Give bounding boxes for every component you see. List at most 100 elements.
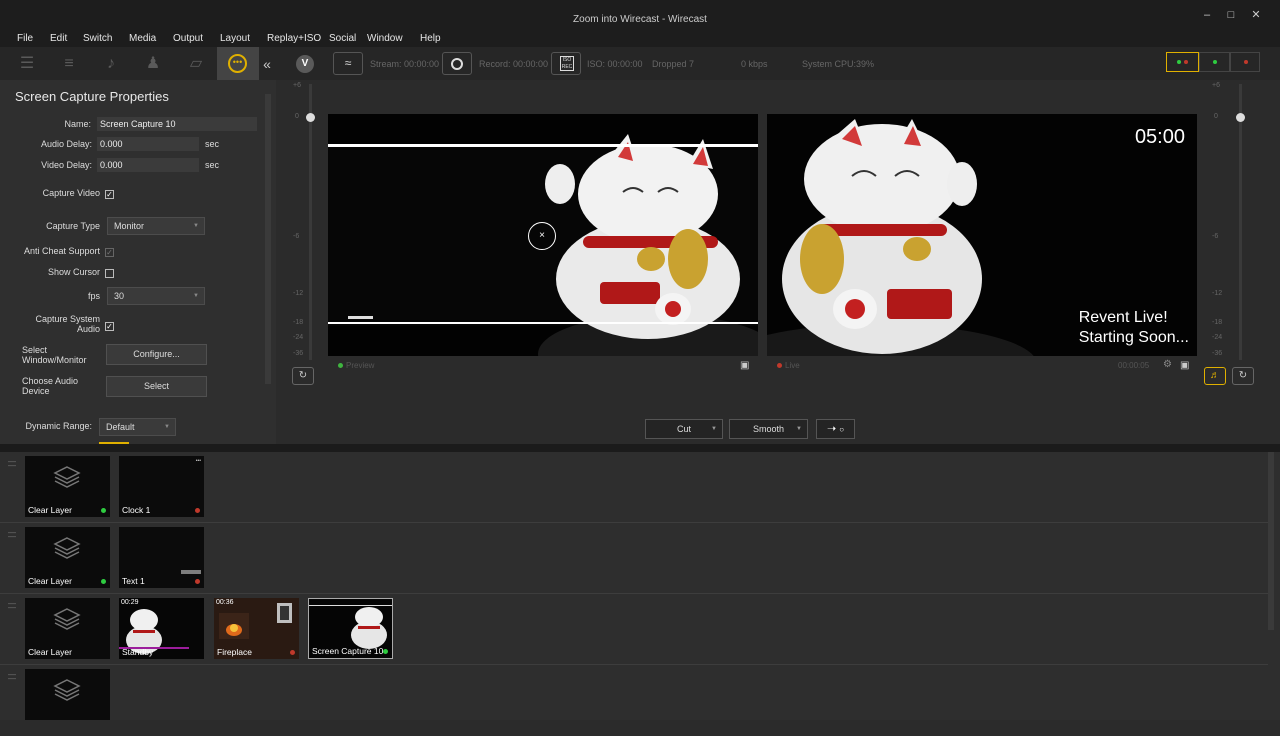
iso-record-button[interactable]: ISO REC — [551, 52, 581, 75]
close-icon[interactable]: ✕ — [1249, 8, 1263, 22]
shot-status-dot — [290, 650, 295, 655]
live-volume-slider[interactable] — [1236, 113, 1245, 122]
title-bar: Zoom into Wirecast - Wirecast – □ ✕ — [0, 0, 1280, 30]
audio-delay-field[interactable]: 0.000 — [97, 137, 199, 151]
preview-volume-track[interactable] — [309, 84, 312, 360]
capture-video-label: Capture Video — [42, 188, 100, 198]
preview-meter-icon[interactable]: ↻ — [292, 367, 314, 385]
select-audio-device-button[interactable]: Select — [106, 376, 207, 397]
audio-delay-unit: sec — [205, 139, 220, 149]
layers-tab-icon[interactable]: ☰ — [16, 53, 38, 75]
capture-type-select[interactable]: Monitor ▼ — [107, 217, 205, 235]
capture-audio-label-line2: Audio — [76, 324, 100, 334]
settings-tab-icon[interactable]: ≡ — [58, 53, 80, 75]
show-cursor-checkbox[interactable] — [105, 269, 114, 278]
wirecast-logo-icon[interactable]: V — [296, 55, 314, 73]
shot-fireplace[interactable]: 00:36 Fireplace — [214, 598, 299, 659]
monitor-icon[interactable]: ▣ — [1180, 360, 1189, 371]
panel-title: Screen Capture Properties — [15, 89, 169, 104]
speaker-icon[interactable]: ♬ — [1204, 367, 1226, 385]
live-text-overlay: Revent Live! Starting Soon... — [1079, 308, 1189, 348]
audio-tab-icon[interactable]: ♪ — [100, 53, 122, 75]
fps-select[interactable]: 30 ▼ — [107, 287, 205, 305]
properties-scrollbar[interactable] — [265, 94, 271, 384]
live-elapsed: 00:00:05 — [1118, 361, 1150, 370]
name-field[interactable]: Screen Capture 10 — [97, 117, 257, 131]
shot-clear-layer[interactable] — [25, 669, 110, 720]
go-button[interactable]: ➝ ○ — [816, 419, 855, 439]
shot-clear-layer[interactable]: Clear Layer — [25, 527, 110, 588]
shot-clock[interactable]: ••• Clock 1 — [119, 456, 204, 517]
drag-handle-icon[interactable]: — — — [8, 458, 16, 470]
gear-icon[interactable]: ⚙ — [1163, 359, 1172, 370]
shot-status-dot — [195, 579, 200, 584]
menu-layout[interactable]: Layout — [220, 33, 250, 44]
menu-social[interactable]: Social — [329, 33, 356, 44]
audio-delay-label: Audio Delay: — [40, 139, 92, 149]
shot-screen-capture[interactable]: Screen Capture 10 — [308, 598, 393, 659]
cut-label: Cut — [676, 424, 691, 434]
arrow-right-icon: ➝ — [826, 423, 837, 435]
capture-audio-checkbox[interactable]: ✓ — [105, 322, 114, 331]
status-indicator-3[interactable] — [1230, 52, 1260, 72]
shots-scrollbar[interactable] — [1268, 452, 1274, 630]
shot-standby[interactable]: 00:29 Standby — [119, 598, 204, 659]
status-indicator-1[interactable] — [1166, 52, 1199, 72]
preview-video[interactable]: × — [328, 114, 758, 356]
transform-tab-icon[interactable]: ▱ — [185, 53, 207, 75]
more-icon: ••• — [228, 54, 247, 73]
shot-clear-layer[interactable]: Clear Layer — [25, 456, 110, 517]
properties-tab[interactable]: ••• — [217, 47, 259, 80]
menu-replay-iso[interactable]: Replay+ISO — [267, 33, 321, 44]
chevron-down-icon: ▼ — [796, 426, 802, 432]
divider[interactable] — [0, 444, 1280, 452]
menu-media[interactable]: Media — [129, 33, 156, 44]
toolbar: ☰ ≡ ♪ ♟ ▱ ••• « V ≈ Stream: 00:00:00 Rec… — [0, 47, 1280, 80]
live-video[interactable]: 05:00 Revent Live! Starting Soon... — [767, 114, 1197, 356]
live-volume-track[interactable] — [1239, 84, 1242, 360]
fps-label: fps — [87, 291, 100, 301]
drag-handle-icon[interactable]: — — — [8, 671, 16, 683]
meter-tick: +6 — [1212, 82, 1220, 89]
dynamic-range-value: Default — [106, 422, 135, 432]
maximize-icon[interactable]: □ — [1224, 8, 1238, 22]
configure-button[interactable]: Configure... — [106, 344, 207, 365]
name-label: Name: — [64, 119, 91, 129]
shot-clear-layer[interactable]: Clear Layer — [25, 598, 110, 659]
live-meter-icon[interactable]: ↻ — [1232, 367, 1254, 385]
monitor-icon[interactable]: ▣ — [740, 360, 749, 371]
stream-icon[interactable]: ≈ — [333, 52, 363, 75]
select-window-label: Select Window/Monitor — [22, 345, 92, 365]
collapse-panel-icon[interactable]: « — [256, 53, 278, 75]
meter-tick: -24 — [293, 334, 304, 341]
meter-tick: 0 — [1214, 113, 1218, 120]
capture-video-checkbox[interactable]: ✓ — [105, 190, 114, 199]
menu-output[interactable]: Output — [173, 33, 203, 44]
cut-transition-select[interactable]: Cut ▼ — [645, 419, 723, 439]
menu-help[interactable]: Help — [420, 33, 441, 44]
user-tab-icon[interactable]: ♟ — [142, 53, 164, 75]
video-delay-field[interactable]: 0.000 — [97, 158, 199, 172]
status-indicator-2[interactable] — [1199, 52, 1230, 72]
record-button[interactable] — [442, 52, 472, 75]
countdown-overlay: 05:00 — [1134, 126, 1185, 148]
menu-file[interactable]: File — [17, 33, 33, 44]
record-status: Record: 00:00:00 — [479, 59, 549, 69]
minimize-icon[interactable]: – — [1200, 8, 1214, 22]
layers-icon — [53, 608, 81, 630]
video-delay-unit: sec — [205, 160, 220, 170]
preview-volume-slider[interactable] — [306, 113, 315, 122]
live-caption: Live — [777, 361, 800, 370]
dynamic-range-select[interactable]: Default ▼ — [99, 418, 176, 436]
menu-switch[interactable]: Switch — [83, 33, 112, 44]
menu-edit[interactable]: Edit — [50, 33, 67, 44]
shot-layers: — — Clear Layer ••• Clock 1 — — Clear Laye… — [0, 452, 1280, 720]
smooth-transition-select[interactable]: Smooth ▼ — [729, 419, 808, 439]
menu-window[interactable]: Window — [367, 33, 403, 44]
shot-text[interactable]: Text 1 — [119, 527, 204, 588]
iso-status: ISO: 00:00:00 — [587, 59, 643, 69]
drag-handle-icon[interactable]: — — — [8, 529, 16, 541]
anti-cheat-checkbox[interactable]: ✓ — [105, 248, 114, 257]
move-handle-icon[interactable]: × — [528, 222, 556, 250]
drag-handle-icon[interactable]: — — — [8, 600, 16, 612]
